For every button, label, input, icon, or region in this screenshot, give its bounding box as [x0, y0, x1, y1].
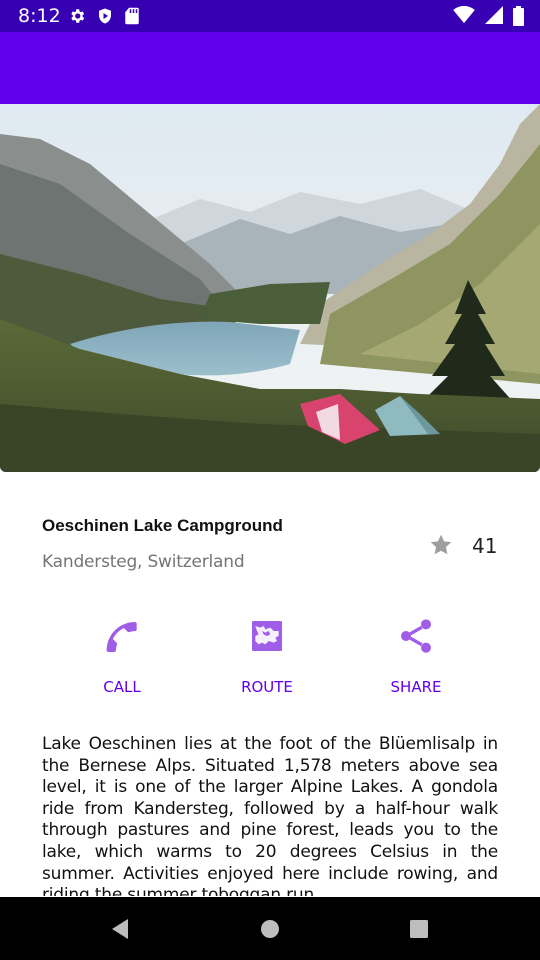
place-description: Lake Oeschinen lies at the foot of the B…	[42, 734, 498, 896]
route-button[interactable]: ROUTE	[207, 616, 327, 696]
call-label: CALL	[103, 678, 141, 696]
star-icon[interactable]	[428, 532, 454, 563]
place-title: Oeschinen Lake Campground	[42, 516, 283, 535]
phone-icon	[62, 616, 182, 656]
battery-icon	[513, 6, 524, 31]
settings-gear-icon	[68, 7, 86, 30]
status-time: 8:12	[18, 5, 61, 27]
star-count: 41	[472, 534, 498, 558]
route-label: ROUTE	[241, 678, 293, 696]
signal-icon	[485, 6, 503, 31]
play-protect-icon	[96, 7, 114, 30]
place-location: Kandersteg, Switzerland	[42, 552, 245, 572]
recents-icon[interactable]	[389, 897, 449, 960]
share-button[interactable]: SHARE	[356, 616, 476, 696]
wifi-icon	[453, 5, 475, 31]
app-bar	[0, 32, 540, 104]
share-icon	[356, 616, 476, 656]
back-icon[interactable]	[90, 897, 150, 960]
home-icon[interactable]	[240, 897, 300, 960]
share-label: SHARE	[390, 678, 442, 696]
place-header: Oeschinen Lake Campground Kandersteg, Sw…	[42, 516, 502, 580]
status-bar: 8:12	[0, 0, 540, 32]
sd-card-icon	[124, 7, 140, 30]
map-icon	[207, 616, 327, 656]
action-buttons: CALL ROUTE SHARE	[0, 616, 540, 696]
hero-image	[0, 104, 540, 472]
call-button[interactable]: CALL	[62, 616, 182, 696]
navigation-bar	[0, 897, 540, 960]
